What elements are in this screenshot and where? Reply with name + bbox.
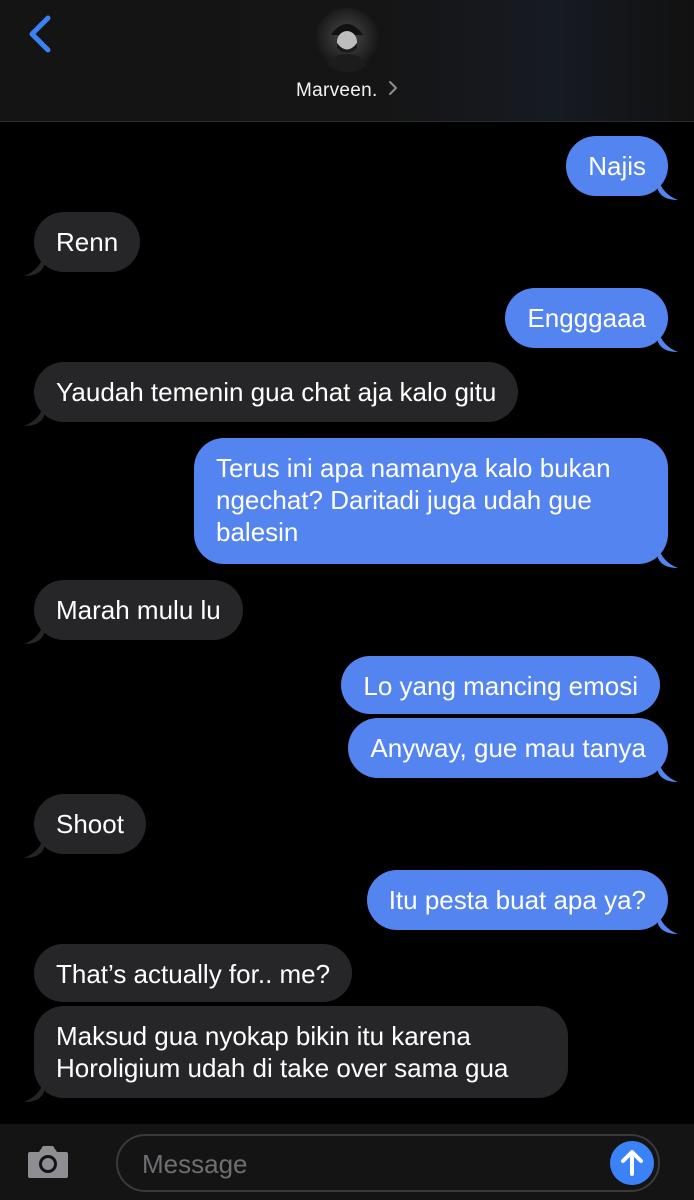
bubble-tail <box>658 912 678 934</box>
bubble-tail <box>658 546 678 568</box>
avatar[interactable] <box>315 8 379 72</box>
outgoing-message[interactable]: Terus ini apa namanya kalo bukan ngechat… <box>194 438 668 564</box>
outgoing-message[interactable]: Engggaaa <box>505 288 668 348</box>
back-button[interactable] <box>22 14 58 54</box>
incoming-message[interactable]: Marah mulu lu <box>34 580 243 640</box>
contact-name-button[interactable]: Marveen. <box>0 80 694 102</box>
message-input[interactable] <box>140 1136 604 1192</box>
bubble-tail <box>24 254 44 276</box>
contact-name: Marveen. <box>295 80 378 101</box>
bubble-tail <box>24 622 44 644</box>
bubble-tail <box>658 330 678 352</box>
incoming-message[interactable]: That’s actually for.. me? <box>34 944 353 1002</box>
send-button[interactable] <box>610 1141 654 1185</box>
contact-photo <box>315 8 379 72</box>
outgoing-message[interactable]: Itu pesta buat apa ya? <box>366 870 668 930</box>
bubble-tail <box>24 1080 44 1102</box>
camera-button[interactable] <box>26 1142 70 1182</box>
outgoing-message[interactable]: Anyway, gue mau tanya <box>348 718 668 778</box>
arrow-up-icon <box>621 1150 643 1176</box>
message-composer <box>0 1124 694 1200</box>
incoming-message[interactable]: Shoot <box>34 794 146 854</box>
camera-icon <box>28 1146 68 1178</box>
incoming-message[interactable]: Yaudah temenin gua chat aja kalo gitu <box>34 362 519 422</box>
chevron-right-icon <box>388 80 398 102</box>
message-thread[interactable]: Najis Renn Engggaaa Yaudah temenin gua c… <box>0 122 694 1122</box>
bubble-tail <box>24 404 44 426</box>
chevron-left-icon <box>29 15 51 53</box>
outgoing-message[interactable]: Najis <box>566 136 668 196</box>
incoming-message[interactable]: Maksud gua nyokap bikin itu karena Horol… <box>34 1006 568 1098</box>
bubble-tail <box>24 836 44 858</box>
message-field[interactable] <box>116 1134 660 1192</box>
outgoing-message[interactable]: Lo yang mancing emosi <box>341 656 660 714</box>
conversation-header: Marveen. <box>0 0 694 122</box>
bubble-tail <box>658 178 678 200</box>
incoming-message[interactable]: Renn <box>34 212 141 272</box>
bubble-tail <box>658 760 678 782</box>
